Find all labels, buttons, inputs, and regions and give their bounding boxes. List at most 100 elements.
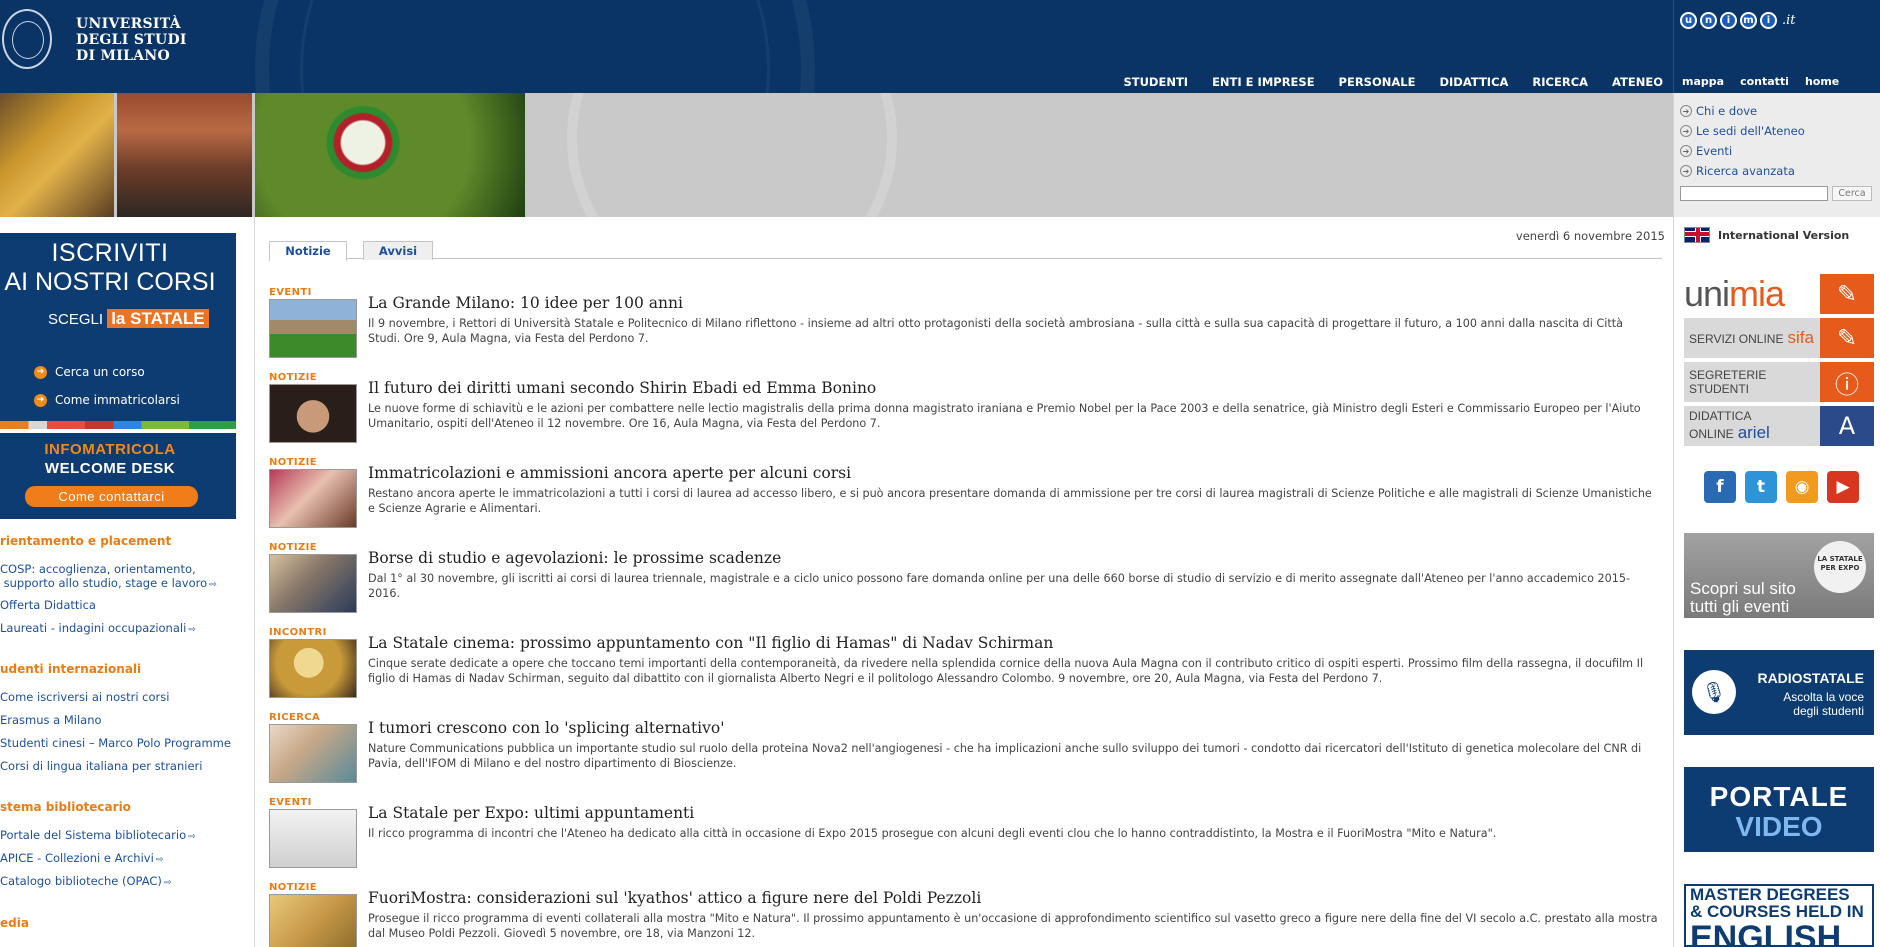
unimi-logo[interactable]: u n i m i .it [1680, 12, 1796, 29]
link-cosp[interactable]: COSP: accoglienza, orientamento, support… [0, 562, 217, 592]
link-label: APICE - Collezioni e Archivi [0, 851, 154, 865]
sifa-brand: sifa [1787, 328, 1814, 347]
arrow-circle-icon: ➔ [1680, 165, 1692, 177]
news-title[interactable]: FuoriMostra: considerazioni sul 'kyathos… [368, 889, 981, 907]
rss-icon[interactable]: ◉ [1786, 471, 1818, 503]
tab-notizie[interactable]: Notizie [269, 241, 347, 261]
news-item[interactable]: EVENTI La Statale per Expo: ultimi appun… [269, 797, 1664, 868]
link-corsi-lingua[interactable]: Corsi di lingua italiana per stranieri [0, 759, 202, 773]
news-title[interactable]: I tumori crescono con lo 'splicing alter… [368, 719, 725, 737]
news-item[interactable]: NOTIZIE FuoriMostra: considerazioni sul … [269, 882, 1664, 947]
quick-link-eventi[interactable]: ➔ Eventi [1680, 141, 1880, 161]
unimi-letter-i: i [1720, 12, 1737, 29]
news-title[interactable]: La Statale cinema: prossimo appuntamento… [368, 634, 1053, 652]
link-erasmus[interactable]: Erasmus a Milano [0, 713, 102, 727]
nav-ricerca[interactable]: RICERCA [1532, 75, 1588, 89]
link-label: Catalogo biblioteche (OPAC) [0, 874, 162, 888]
ariel-label: DIDATTICA ONLINE ariel [1684, 409, 1820, 443]
util-link-contatti[interactable]: contatti [1740, 75, 1789, 88]
nav-ateneo[interactable]: ATENEO [1612, 75, 1663, 89]
radiostatale-promo[interactable]: 🎙 RADIOSTATALE Ascolta la voce degli stud… [1684, 650, 1874, 735]
quick-link-chi-e-dove[interactable]: ➔ Chi e dove [1680, 101, 1880, 121]
cerca-un-corso-label: Cerca un corso [55, 365, 145, 379]
cerca-un-corso-link[interactable]: ➔ Cerca un corso [34, 365, 145, 379]
sifa-service[interactable]: SERVIZI ONLINE sifa ✎ [1684, 318, 1874, 358]
news-title[interactable]: Il futuro dei diritti umani secondo Shir… [368, 379, 876, 397]
news-thumbnail[interactable] [269, 384, 357, 443]
link-apice[interactable]: APICE - Collezioni e Archivi ⇨ [0, 851, 163, 867]
international-version-link[interactable]: International Version [1684, 227, 1849, 243]
iscriviti-promo[interactable]: ISCRIVITI AI NOSTRI CORSI SCEGLI la STAT… [0, 233, 236, 429]
main-content: venerdì 6 novembre 2015 Notizie Avvisi E… [256, 217, 1673, 947]
link-studenti-cinesi[interactable]: Studenti cinesi – Marco Polo Programme [0, 736, 231, 750]
util-link-home[interactable]: home [1805, 75, 1839, 88]
university-seal-logo[interactable] [2, 9, 52, 69]
iscriviti-line-1: ISCRIVITI [51, 239, 169, 267]
section-orientamento: rientamento e placement [0, 534, 172, 548]
news-title[interactable]: Borse di studio e agevolazioni: le pross… [368, 549, 781, 567]
segreterie-studenti-service[interactable]: SEGRETERIE STUDENTI ⓘ [1684, 362, 1874, 402]
section-sistema-bibliotecario: stema bibliotecario [0, 800, 131, 814]
tab-avvisi[interactable]: Avvisi [363, 241, 433, 260]
link-laureati-label: Laureati - indagini occupazionali [0, 621, 187, 635]
nav-didattica[interactable]: DIDATTICA [1439, 75, 1508, 89]
expo-events-promo[interactable]: LA STATALE PER EXPO Scopri sul sito tutti… [1684, 533, 1874, 618]
news-item[interactable]: NOTIZIE Il futuro dei diritti umani seco… [269, 372, 1664, 443]
come-immatricolarsi-link[interactable]: ➔ Come immatricolarsi [34, 393, 180, 407]
color-stripe [0, 421, 236, 429]
news-item[interactable]: EVENTI La Grande Milano: 10 idee per 100… [269, 287, 1664, 358]
news-thumbnail[interactable] [269, 724, 357, 783]
utility-bar: u n i m i .it mappa contatti home [1673, 0, 1880, 93]
news-thumbnail-expo[interactable] [269, 809, 357, 868]
news-item[interactable]: NOTIZIE Borse di studio e agevolazioni: … [269, 542, 1664, 613]
quick-link-sedi[interactable]: ➔ Le sedi dell'Ateneo [1680, 121, 1880, 141]
util-link-mappa[interactable]: mappa [1682, 75, 1724, 88]
news-thumbnail[interactable] [269, 894, 357, 947]
search-button[interactable]: Cerca [1832, 186, 1872, 201]
news-title[interactable]: Immatricolazioni e ammissioni ancora ape… [368, 464, 851, 482]
quick-link-label: Chi e dove [1696, 104, 1758, 118]
news-item[interactable]: INCONTRI La Statale cinema: prossimo app… [269, 627, 1664, 698]
nav-personale[interactable]: PERSONALE [1339, 75, 1416, 89]
news-thumbnail[interactable] [269, 299, 357, 358]
youtube-icon[interactable]: ▶ [1827, 471, 1859, 503]
quick-link-ricerca-avanzata[interactable]: ➔ Ricerca avanzata [1680, 161, 1880, 181]
link-come-iscriversi[interactable]: Come iscriversi ai nostri corsi [0, 690, 169, 704]
university-logo-text[interactable]: UNIVERSITÀ DEGLI STUDI DI MILANO [76, 16, 187, 64]
news-thumbnail[interactable] [269, 639, 357, 698]
infomatricola-title: INFOMATRICOLA [44, 441, 176, 458]
unimi-suffix: .it [1782, 13, 1796, 28]
nav-enti-e-imprese[interactable]: ENTI E IMPRESE [1212, 75, 1314, 89]
news-item[interactable]: RICERCA I tumori crescono con lo 'splici… [269, 712, 1664, 783]
unimi-letter-u: u [1680, 12, 1697, 29]
master-degrees-english-promo[interactable]: MASTER DEGREES & COURSES HELD IN ENGLISH [1684, 884, 1874, 947]
site-header: UNIVERSITÀ DEGLI STUDI DI MILANO STUDENT… [0, 0, 1673, 93]
portale-video-promo[interactable]: PORTALE VIDEO [1684, 767, 1874, 852]
nav-studenti[interactable]: STUDENTI [1123, 75, 1188, 89]
scegli-la-statale: SCEGLI la STATALE [48, 309, 209, 329]
news-thumbnail[interactable] [269, 469, 357, 528]
facebook-icon[interactable]: f [1704, 471, 1736, 503]
news-item[interactable]: NOTIZIE Immatricolazioni e ammissioni an… [269, 457, 1664, 528]
statale-text: STATALE [130, 309, 205, 328]
twitter-icon[interactable]: t [1745, 471, 1777, 503]
come-contattarci-button[interactable]: Come contattarci [25, 486, 198, 507]
ariel-brand: ariel [1737, 423, 1770, 442]
right-sidebar: International Version unimia ✎ SERVIZI O… [1673, 217, 1880, 947]
link-laureati[interactable]: Laureati - indagini occupazionali ⇨ [0, 621, 196, 637]
news-title[interactable]: La Statale per Expo: ultimi appuntamenti [368, 804, 694, 822]
radio-line-1: Ascolta la voce [1783, 690, 1864, 704]
sifa-text: SERVIZI ONLINE [1689, 332, 1784, 346]
quick-link-label: Eventi [1696, 144, 1733, 158]
radiostatale-title: RADIOSTATALE [1757, 670, 1864, 686]
news-thumbnail[interactable] [269, 554, 357, 613]
unimi-letter-m: m [1740, 12, 1757, 29]
news-title[interactable]: La Grande Milano: 10 idee per 100 anni [368, 294, 683, 312]
link-offerta-didattica[interactable]: Offerta Didattica [0, 598, 96, 612]
ariel-service[interactable]: DIDATTICA ONLINE ariel A [1684, 406, 1874, 446]
link-opac[interactable]: Catalogo biblioteche (OPAC) ⇨ [0, 874, 171, 890]
search-input[interactable] [1680, 186, 1828, 201]
unimia-service[interactable]: unimia ✎ [1684, 272, 1874, 316]
arrow-circle-icon: ➔ [1680, 145, 1692, 157]
link-portale-biblioteche[interactable]: Portale del Sistema bibliotecario ⇨ [0, 828, 196, 844]
